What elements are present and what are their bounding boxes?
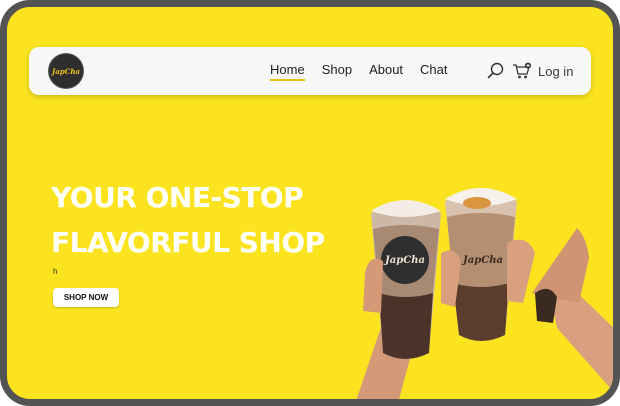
hero-headline-line2: FLAVORFUL SHOP bbox=[51, 226, 325, 259]
top-navbar: JapCha Home Shop About Chat Log in bbox=[29, 47, 591, 95]
login-link[interactable]: Log in bbox=[538, 64, 573, 79]
brand-logo-text: JapCha bbox=[52, 66, 80, 76]
cup-label-right: JapCha bbox=[461, 255, 503, 266]
hero-tagline: h bbox=[53, 267, 58, 276]
nav-link-home[interactable]: Home bbox=[270, 62, 305, 81]
search-icon[interactable] bbox=[487, 62, 505, 80]
cup-label-left: JapCha bbox=[383, 255, 425, 266]
brand-logo[interactable]: JapCha bbox=[49, 54, 83, 88]
shop-now-button[interactable]: SHOP NOW bbox=[53, 288, 119, 307]
app-window: JapCha Home Shop About Chat Log in YOUR … bbox=[0, 0, 620, 406]
bubble-tea-cups-image: JapCha JapCha bbox=[357, 188, 613, 399]
hero-headline-line1: YOUR ONE-STOP bbox=[51, 181, 304, 214]
nav-link-shop[interactable]: Shop bbox=[322, 62, 352, 77]
cart-icon[interactable] bbox=[512, 62, 532, 80]
nav-link-about[interactable]: About bbox=[369, 62, 403, 77]
nav-link-chat[interactable]: Chat bbox=[420, 62, 447, 77]
nav-links: Home Shop About Chat bbox=[270, 62, 465, 81]
